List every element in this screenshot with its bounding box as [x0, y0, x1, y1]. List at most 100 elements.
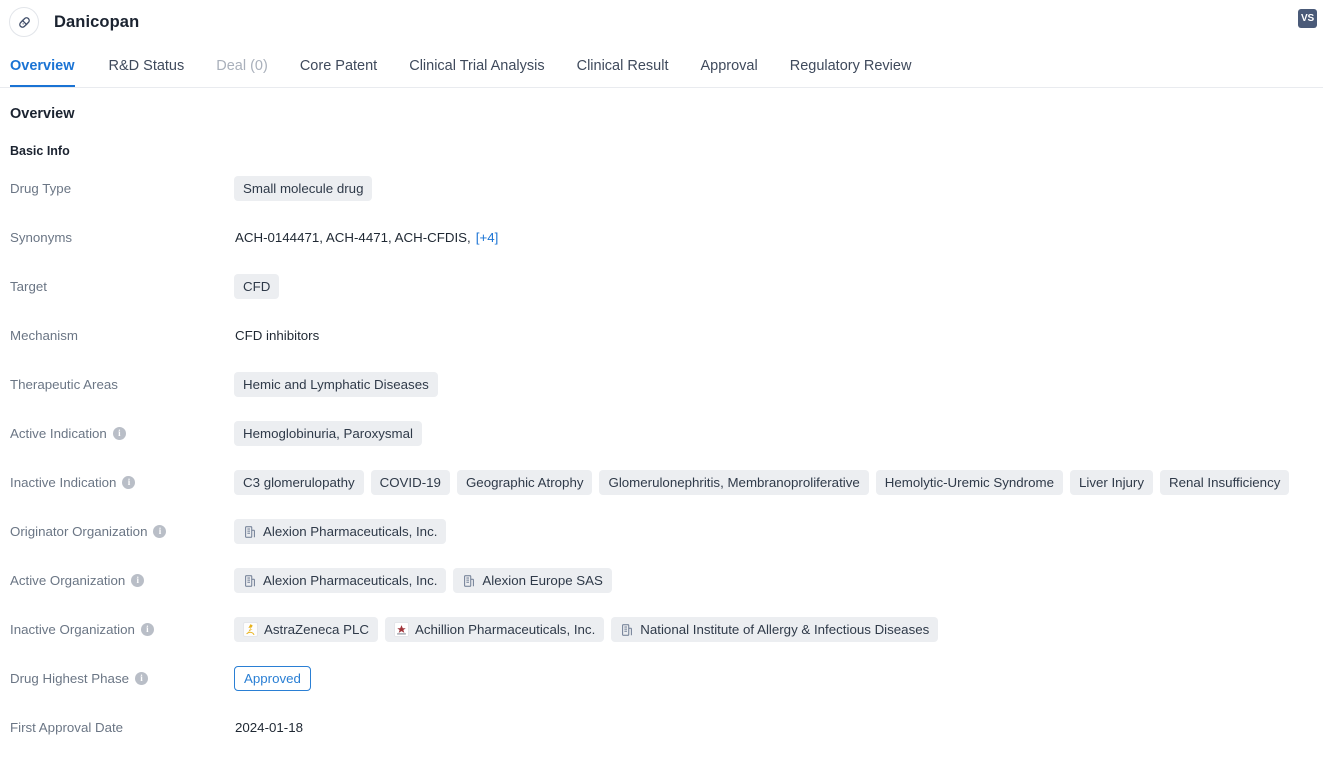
- tag-organization[interactable]: Alexion Pharmaceuticals, Inc.: [234, 568, 447, 593]
- field-value: ACH-0144471, ACH-4471, ACH-CFDIS, [+4]: [234, 217, 1313, 250]
- field-row-active-organization: Active Organization i Alexion Pharmaceut…: [10, 560, 1313, 609]
- tag-inactive-indication[interactable]: Geographic Atrophy: [456, 470, 593, 495]
- field-label-text: Drug Type: [10, 181, 72, 196]
- field-value: C3 glomerulopathy COVID-19 Geographic At…: [234, 462, 1313, 495]
- first-approval-date-value: 2024-01-18: [235, 720, 304, 735]
- info-icon[interactable]: i: [131, 574, 145, 587]
- field-row-originator-organization: Originator Organization i Alexion Pharma…: [10, 511, 1313, 560]
- tab-clinical-trial-analysis[interactable]: Clinical Trial Analysis: [393, 44, 560, 87]
- field-value: Hemic and Lymphatic Diseases: [234, 364, 1313, 397]
- building-icon: [620, 623, 634, 637]
- field-label: Target: [10, 266, 234, 294]
- field-value: Approved: [234, 658, 1313, 691]
- info-icon[interactable]: i: [140, 623, 154, 636]
- tag-inactive-indication[interactable]: Renal Insufficiency: [1160, 470, 1290, 495]
- building-icon: [243, 525, 257, 539]
- organization-name: Achillion Pharmaceuticals, Inc.: [414, 622, 596, 637]
- organization-name: Alexion Europe SAS: [482, 573, 603, 588]
- field-row-active-indication: Active Indication i Hemoglobinuria, Paro…: [10, 413, 1313, 462]
- field-row-drug-highest-phase: Drug Highest Phase i Approved: [10, 658, 1313, 707]
- field-label: Mechanism: [10, 315, 234, 343]
- building-icon: [462, 574, 476, 588]
- synonyms-text: ACH-0144471, ACH-4471, ACH-CFDIS, [+4]: [234, 225, 499, 250]
- synonyms-more-link[interactable]: [+4]: [476, 230, 499, 245]
- tag-inactive-indication[interactable]: COVID-19: [370, 470, 450, 495]
- mechanism-value: CFD inhibitors: [235, 328, 320, 343]
- section-title: Overview: [10, 106, 75, 122]
- field-row-therapeutic-areas: Therapeutic Areas Hemic and Lymphatic Di…: [10, 364, 1313, 413]
- organization-name: Alexion Pharmaceuticals, Inc.: [263, 524, 438, 539]
- field-label-text: Target: [10, 279, 47, 294]
- field-label: Synonyms: [10, 217, 234, 245]
- field-label-text: Drug Highest Phase: [10, 671, 129, 686]
- field-label-text: Mechanism: [10, 328, 78, 343]
- tab-clinical-result[interactable]: Clinical Result: [561, 44, 685, 87]
- field-label: Drug Type: [10, 168, 234, 196]
- field-value: Alexion Pharmaceuticals, Inc. Alexion Eu…: [234, 560, 1313, 593]
- field-label: Drug Highest Phase i: [10, 658, 234, 686]
- basic-info-heading: Basic Info: [10, 144, 70, 158]
- tab-overview[interactable]: Overview: [10, 44, 91, 87]
- field-row-inactive-indication: Inactive Indication i C3 glomerulopathy …: [10, 462, 1313, 511]
- tag-active-indication[interactable]: Hemoglobinuria, Paroxysmal: [234, 421, 422, 446]
- tag-inactive-indication[interactable]: C3 glomerulopathy: [234, 470, 364, 495]
- tag-drug-type[interactable]: Small molecule drug: [234, 176, 373, 201]
- building-icon: [243, 574, 257, 588]
- field-value: Hemoglobinuria, Paroxysmal: [234, 413, 1313, 446]
- field-value: AstraZeneca PLC Achillion Pharmaceutical…: [234, 609, 1313, 642]
- tag-inactive-indication[interactable]: Hemolytic-Uremic Syndrome: [875, 470, 1063, 495]
- field-label: Originator Organization i: [10, 511, 234, 539]
- tab-bar: Overview R&D Status Deal (0) Core Patent…: [0, 44, 1323, 88]
- field-label-text: Synonyms: [10, 230, 73, 245]
- info-icon[interactable]: i: [135, 672, 148, 685]
- field-label: Active Indication i: [10, 413, 234, 441]
- overview-panel: Overview Basic Info Drug Type Small mole…: [0, 88, 1323, 756]
- tag-inactive-indication[interactable]: Liver Injury: [1069, 470, 1153, 495]
- tab-regulatory-review[interactable]: Regulatory Review: [774, 44, 928, 87]
- tag-organization[interactable]: Alexion Europe SAS: [453, 568, 612, 593]
- field-label-text: Active Indication: [10, 426, 107, 441]
- field-label: Therapeutic Areas: [10, 364, 234, 392]
- tag-organization[interactable]: Achillion Pharmaceuticals, Inc.: [384, 617, 605, 642]
- page-title: Danicopan: [54, 12, 140, 31]
- field-label-text: Inactive Indication: [10, 475, 117, 490]
- tab-deal[interactable]: Deal (0): [200, 44, 284, 87]
- field-label-text: Therapeutic Areas: [10, 377, 118, 392]
- field-value: CFD inhibitors: [234, 315, 1313, 348]
- field-row-first-approval-date: First Approval Date 2024-01-18: [10, 707, 1313, 756]
- field-value: CFD: [234, 266, 1313, 299]
- field-value: Alexion Pharmaceuticals, Inc.: [234, 511, 1313, 544]
- field-label: Inactive Indication i: [10, 462, 234, 490]
- organization-name: AstraZeneca PLC: [264, 622, 369, 637]
- tag-organization[interactable]: Alexion Pharmaceuticals, Inc.: [234, 519, 447, 544]
- field-row-synonyms: Synonyms ACH-0144471, ACH-4471, ACH-CFDI…: [10, 217, 1313, 266]
- user-avatar-badge[interactable]: VS: [1298, 9, 1317, 28]
- status-badge[interactable]: Approved: [234, 666, 311, 691]
- synonyms-list: ACH-0144471, ACH-4471, ACH-CFDIS,: [235, 230, 471, 245]
- tag-organization[interactable]: AstraZeneca PLC: [234, 617, 378, 642]
- info-icon[interactable]: i: [112, 427, 126, 440]
- field-label: Inactive Organization i: [10, 609, 234, 637]
- page-header: Danicopan VS: [0, 0, 1323, 44]
- capsule-pill-icon: [9, 7, 39, 37]
- tag-therapeutic-area[interactable]: Hemic and Lymphatic Diseases: [234, 372, 438, 397]
- field-row-drug-type: Drug Type Small molecule drug: [10, 168, 1313, 217]
- field-value: Small molecule drug: [234, 168, 1313, 201]
- tag-inactive-indication[interactable]: Glomerulonephritis, Membranoproliferativ…: [599, 470, 869, 495]
- info-icon[interactable]: i: [153, 525, 167, 538]
- field-label: First Approval Date: [10, 707, 234, 735]
- field-row-inactive-organization: Inactive Organization i AstraZeneca PLC: [10, 609, 1313, 658]
- organization-name: National Institute of Allergy & Infectio…: [640, 622, 930, 637]
- info-icon[interactable]: i: [122, 476, 136, 489]
- field-label: Active Organization i: [10, 560, 234, 588]
- tab-rd-status[interactable]: R&D Status: [93, 44, 201, 87]
- field-label-text: Originator Organization: [10, 524, 148, 539]
- field-label-text: Inactive Organization: [10, 622, 135, 637]
- astrazeneca-logo: [243, 622, 258, 637]
- tag-target[interactable]: CFD: [234, 274, 280, 299]
- tab-approval[interactable]: Approval: [684, 44, 773, 87]
- achillion-logo: [393, 622, 409, 637]
- tag-organization[interactable]: National Institute of Allergy & Infectio…: [611, 617, 939, 642]
- field-row-mechanism: Mechanism CFD inhibitors: [10, 315, 1313, 364]
- tab-core-patent[interactable]: Core Patent: [284, 44, 393, 87]
